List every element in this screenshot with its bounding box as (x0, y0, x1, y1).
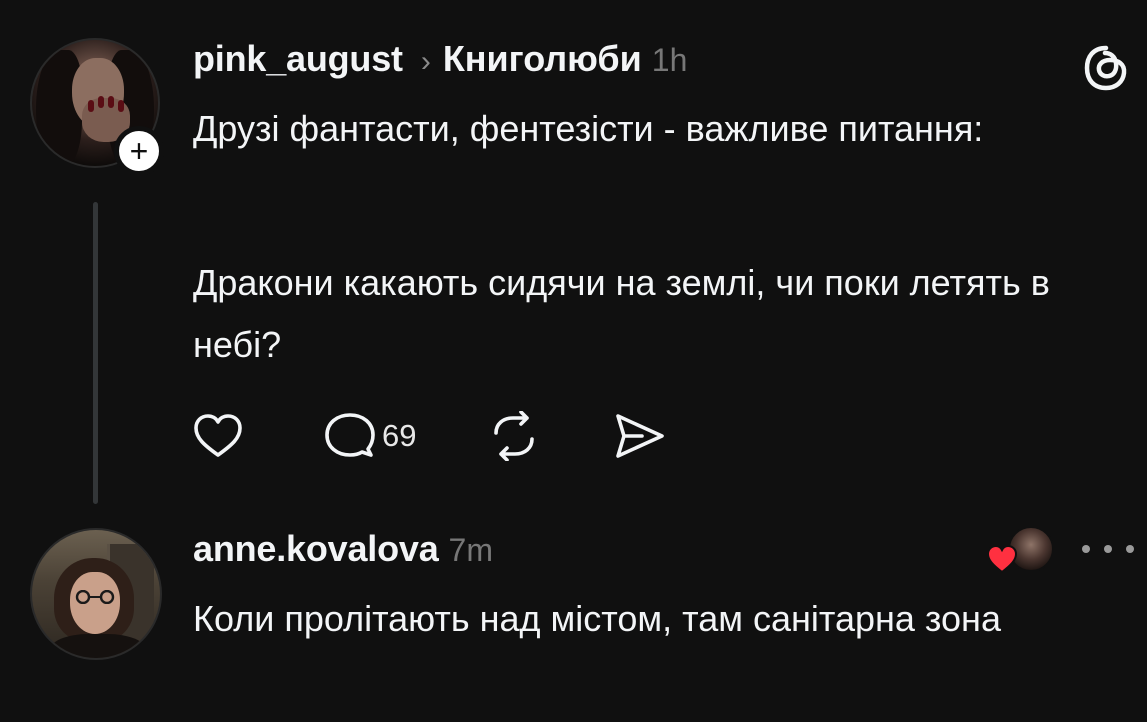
author-liked-indicator (986, 524, 1058, 578)
repost-arrows-icon (494, 411, 535, 461)
avatar-nail (88, 100, 94, 112)
post-header: pink_august › Книголюби 1h (193, 38, 687, 82)
avatar-nail (118, 100, 124, 112)
like-button[interactable] (192, 412, 244, 460)
share-button[interactable] (612, 411, 666, 461)
reply-username[interactable]: anne.kovalova (193, 528, 439, 570)
avatar-nail (98, 96, 104, 108)
post-paragraph-2: Дракони какають сидячи на землі, чи поки… (193, 262, 1050, 365)
post-timestamp: 1h (651, 42, 688, 78)
reply-timestamp: 7m (448, 532, 493, 568)
comment-count: 69 (382, 418, 417, 453)
more-dot (1082, 545, 1090, 553)
community-name[interactable]: Книголюби (443, 38, 642, 80)
send-paper-plane-icon (616, 414, 665, 458)
post-paragraph-1: Друзі фантасти, фентезісти - важливе пит… (193, 108, 984, 149)
reply-text: Коли пролітають над містом, там санітарн… (193, 598, 1001, 639)
avatar-body (50, 634, 146, 658)
post-actions: 69 (192, 406, 666, 466)
avatar-glasses (75, 590, 115, 604)
red-heart-icon (986, 544, 1018, 574)
heart-outline-icon (194, 414, 242, 457)
reply-header: anne.kovalova 7m (193, 528, 493, 572)
threads-screen: + pink_august › Книголюби 1h Друзі фанта… (0, 0, 1147, 722)
reply-author-avatar[interactable] (30, 528, 162, 660)
more-dot (1126, 545, 1134, 553)
threads-logo-icon[interactable] (1080, 42, 1132, 94)
comment-button[interactable]: 69 (324, 411, 416, 461)
follow-button[interactable]: + (114, 126, 164, 176)
thread-connector-line (93, 202, 98, 504)
chevron-right-icon: › (420, 45, 431, 78)
repost-button[interactable] (486, 411, 542, 461)
post-username[interactable]: pink_august (193, 38, 403, 80)
comment-bubble-icon (325, 413, 375, 457)
plus-icon: + (129, 133, 149, 169)
avatar-nail (108, 96, 114, 108)
more-dot (1104, 545, 1112, 553)
more-options-button[interactable] (1082, 534, 1134, 564)
